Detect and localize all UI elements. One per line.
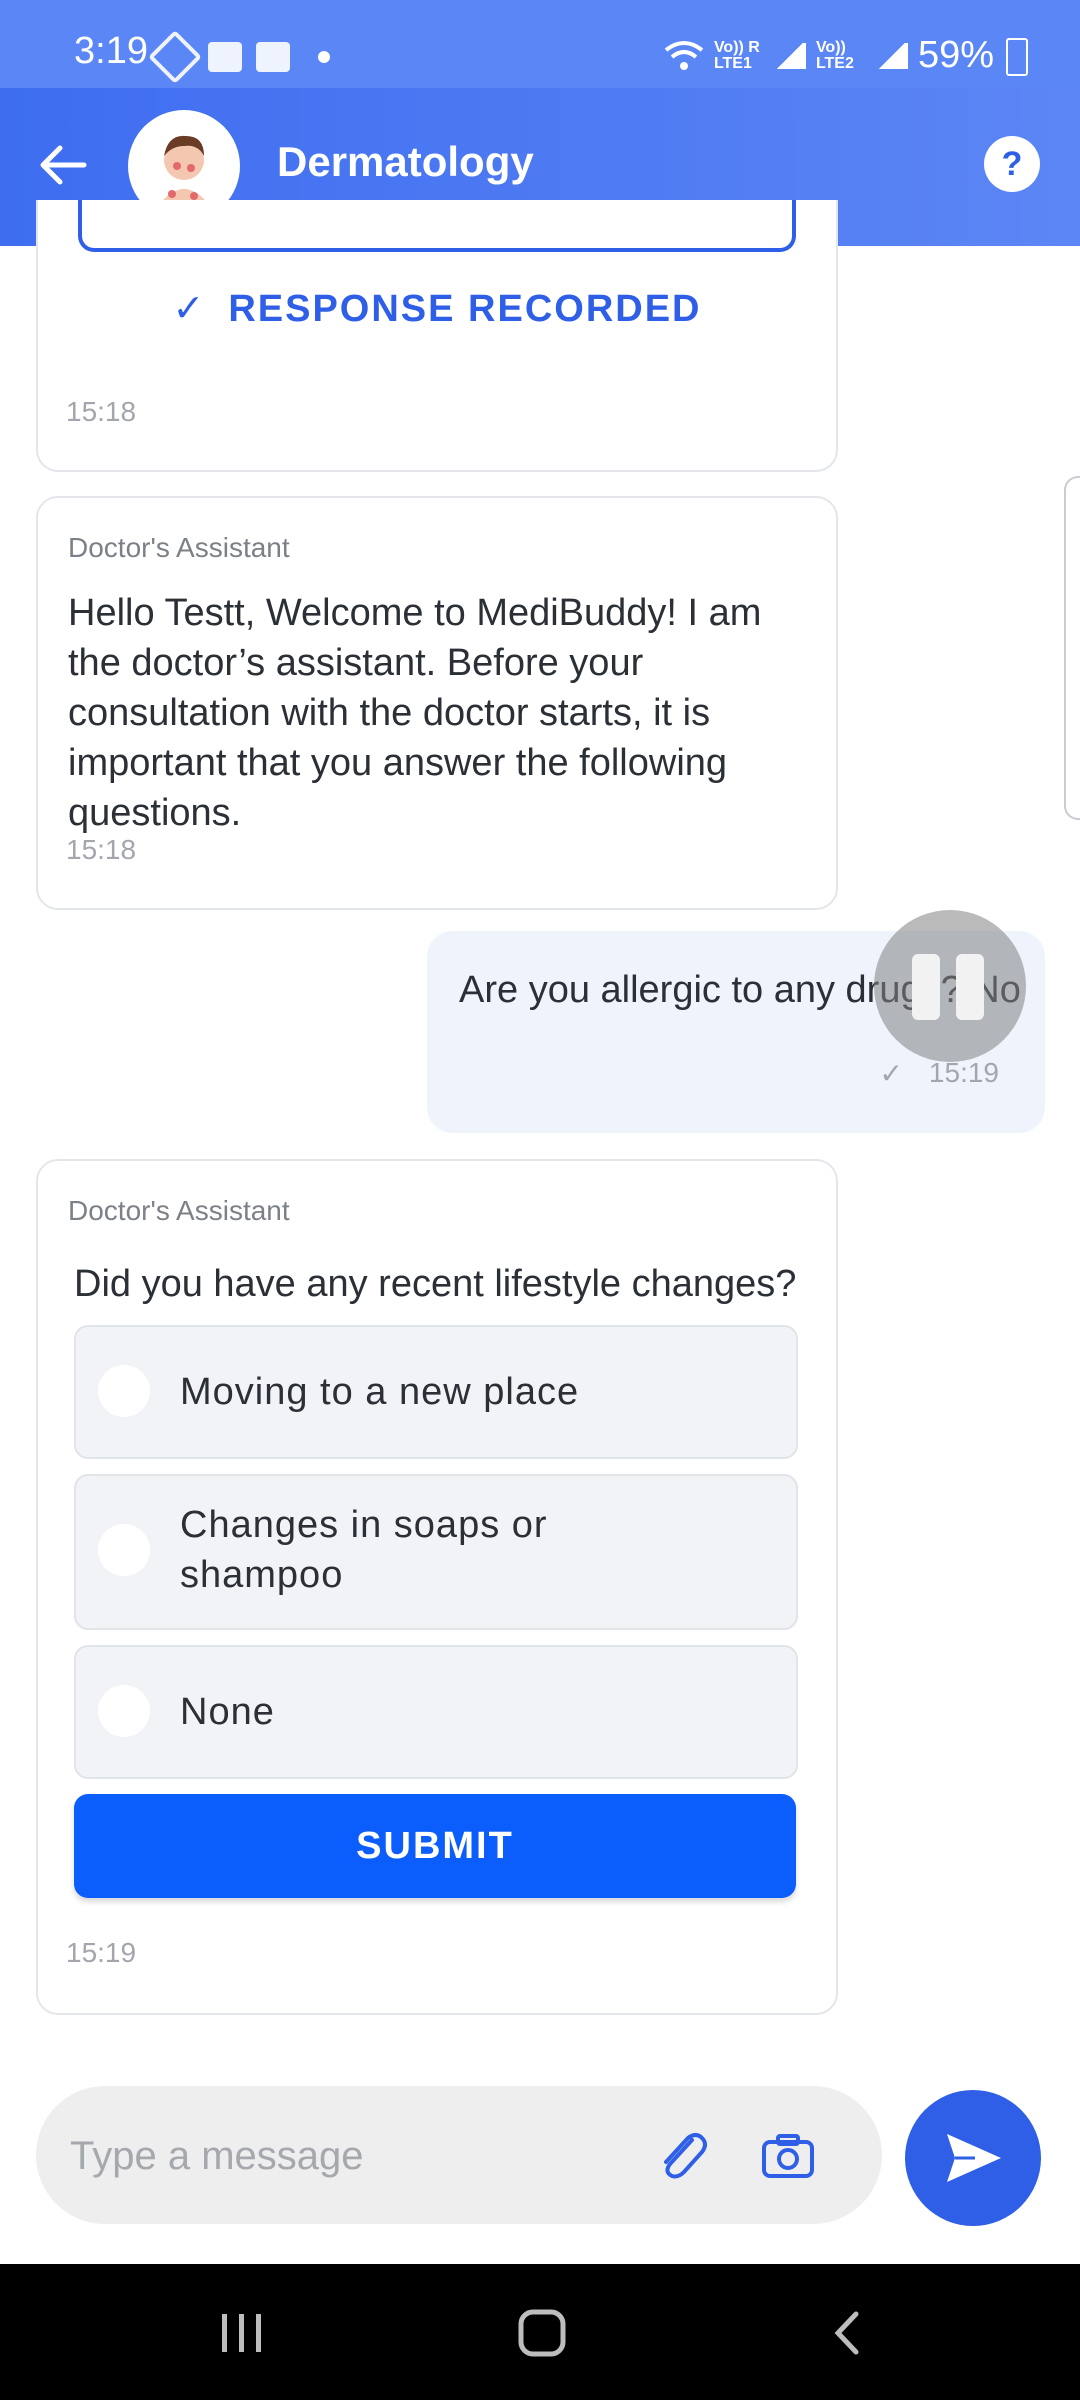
page-title: Dermatology [277, 138, 534, 185]
home-icon[interactable] [512, 2308, 572, 2358]
submit-button[interactable]: SUBMIT [74, 1794, 796, 1898]
radio-button[interactable] [98, 1685, 150, 1737]
radio-button[interactable] [98, 1365, 150, 1417]
response-recorded-label: RESPONSE RECORDED [228, 288, 702, 330]
side-edge-panel-handle[interactable] [1064, 476, 1080, 820]
message-time: 15:19 [928, 1057, 999, 1088]
network-label-1: Vo)) R LTE1 [713, 38, 760, 72]
battery-percent: 59% [917, 34, 994, 76]
paperclip-icon[interactable] [652, 2126, 712, 2186]
signal-icon-2 [875, 42, 908, 69]
app-notification-icon [148, 30, 202, 84]
recent-apps-icon[interactable] [212, 2308, 272, 2358]
network-label-2: Vo)) LTE2 [815, 38, 854, 72]
welcome-message-card: Doctor's Assistant Hello Testt, Welcome … [36, 496, 838, 910]
camera-icon[interactable] [760, 2128, 816, 2184]
battery-icon [1006, 38, 1028, 76]
system-nav-bar [0, 2264, 1080, 2400]
option-none[interactable]: None [74, 1645, 798, 1779]
option-label: None [180, 1691, 275, 1733]
paytm-icon [256, 42, 290, 72]
radio-button[interactable] [98, 1524, 150, 1576]
message-input[interactable]: Type a message [70, 2134, 364, 2179]
question-text: Did you have any recent lifestyle change… [74, 1263, 797, 1305]
option-soaps[interactable]: Changes in soaps or shampoo [74, 1474, 798, 1630]
keyboard-icon [208, 42, 242, 72]
message-time: 15:19 [66, 1937, 137, 1968]
message-time: 15:18 [66, 396, 137, 427]
floating-pause-button[interactable] [874, 910, 1026, 1062]
question-card: Doctor's Assistant Did you have any rece… [36, 1159, 838, 2015]
status-right: Vo)) R LTE1 Vo)) LTE2 59% [664, 34, 994, 77]
nav-back-icon[interactable] [818, 2308, 878, 2358]
sent-check-icon: ✓ [879, 1058, 903, 1089]
option-label: Changes in soaps or shampoo [180, 1504, 548, 1596]
more-notifications-dot [318, 51, 330, 63]
back-arrow-icon[interactable] [38, 140, 88, 190]
response-recorded-card: ✓ RESPONSE RECORDED 15:18 [36, 200, 838, 472]
pause-icon-bar [956, 954, 984, 1020]
previous-answer-border [78, 200, 796, 252]
message-meta: ✓ 15:19 [879, 1057, 999, 1090]
send-button[interactable] [905, 2090, 1041, 2226]
wifi-icon [664, 40, 704, 70]
message-time: 15:18 [66, 834, 137, 865]
status-time: 3:19 [74, 30, 148, 72]
help-button[interactable]: ? [984, 136, 1040, 192]
response-recorded-status: ✓ RESPONSE RECORDED [38, 286, 836, 331]
option-label: Moving to a new place [180, 1371, 580, 1413]
notification-icons [148, 30, 330, 84]
send-icon [947, 2134, 1001, 2182]
pause-icon [912, 954, 940, 1020]
check-icon: ✓ [172, 288, 207, 330]
message-input-bar[interactable]: Type a message [36, 2086, 882, 2224]
sender-name: Doctor's Assistant [68, 1195, 290, 1226]
signal-icon-1 [773, 42, 806, 69]
welcome-message-text: Hello Testt, Welcome to MediBuddy! I am … [68, 592, 762, 834]
option-moving[interactable]: Moving to a new place [74, 1325, 798, 1459]
status-bar: 3:19 Vo)) R LTE1 Vo)) LTE2 59% [0, 0, 1080, 88]
sender-name: Doctor's Assistant [68, 532, 290, 563]
